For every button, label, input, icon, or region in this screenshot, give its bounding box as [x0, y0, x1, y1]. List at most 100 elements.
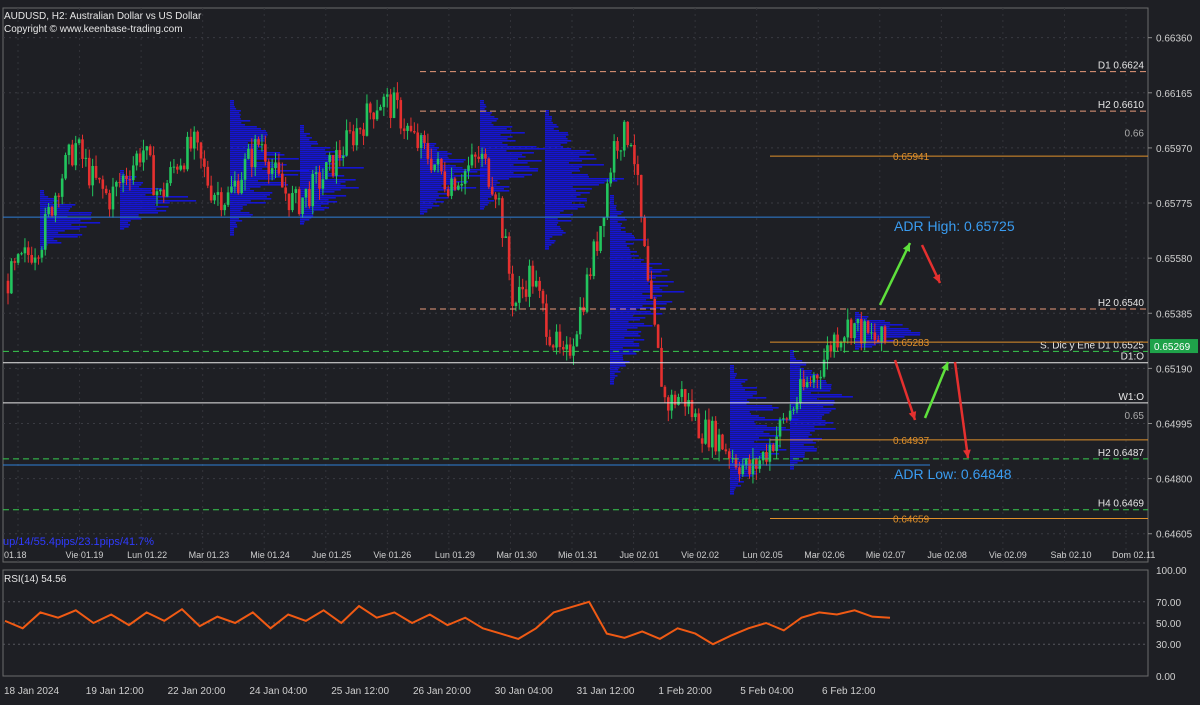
volume-profile-bar [420, 151, 448, 153]
volume-profile-bar [730, 395, 753, 397]
volume-profile-bar [790, 462, 798, 464]
volume-profile-bar [790, 358, 796, 360]
candle-body [846, 319, 850, 338]
volume-profile-bar [300, 149, 326, 151]
volume-profile-bar [480, 132, 525, 134]
volume-profile-bar [480, 142, 503, 144]
candle-body [521, 286, 524, 290]
volume-profile-bar [545, 188, 592, 190]
volume-profile-bar [610, 269, 670, 271]
candle-body [663, 386, 667, 398]
candle-body [643, 216, 646, 247]
volume-profile-bar [480, 146, 537, 148]
price-tick-label: 0.65580 [1156, 254, 1193, 265]
volume-profile-bar [610, 345, 640, 347]
volume-profile-bar [730, 417, 765, 419]
volume-profile-bar [230, 118, 241, 120]
volume-profile-bar [610, 239, 647, 241]
volume-profile-bar [610, 209, 617, 211]
volume-profile-bar [230, 148, 258, 150]
session-axis-label: Jue 01.25 [312, 550, 352, 560]
candle-body [545, 303, 548, 337]
volume-profile-bar [300, 127, 304, 129]
candle-body [81, 139, 84, 159]
candle-body [203, 158, 206, 167]
volume-profile-bar [545, 224, 558, 226]
volume-profile-bar [855, 344, 876, 346]
volume-profile-bar [120, 204, 156, 206]
volume-profile-bar [545, 220, 572, 222]
volume-profile-bar [230, 102, 234, 104]
date-axis-label: 18 Jan 2024 [4, 686, 59, 697]
candle-body [883, 326, 887, 342]
candle-body [311, 174, 315, 207]
candle-body [443, 171, 447, 190]
candle-body [297, 189, 301, 215]
adr-high-label: ADR High: 0.65725 [894, 218, 1015, 234]
volume-profile-bar [610, 297, 657, 299]
volume-profile-bar [120, 174, 125, 176]
volume-profile-bar [480, 198, 488, 200]
volume-profile-bar [300, 129, 304, 131]
volume-profile-bar [790, 432, 810, 434]
volume-profile-bar [545, 196, 577, 198]
volume-profile-bar [610, 267, 653, 269]
candle-body [33, 257, 37, 263]
volume-profile-bar [790, 366, 801, 368]
price-tick-label: 0.65190 [1156, 364, 1193, 375]
candle-body [677, 396, 680, 405]
candle-body [284, 187, 287, 194]
volume-profile-bar [545, 204, 585, 206]
volume-profile-bar [790, 354, 794, 356]
volume-profile-bar [610, 281, 674, 283]
volume-profile-bar [230, 104, 234, 106]
session-axis-label: Mar 01.23 [189, 550, 230, 560]
candle-body [37, 257, 40, 259]
volume-profile-bar [545, 142, 568, 144]
volume-profile-bar [230, 210, 241, 212]
candle-body [802, 379, 806, 387]
candle-body [369, 103, 372, 113]
candle-body [64, 155, 67, 179]
candle-body [385, 94, 389, 97]
volume-profile-bar [300, 215, 314, 217]
volume-profile-bar [730, 399, 748, 401]
volume-profile-bar [40, 198, 54, 200]
level-label: H2 0.6540 [1098, 298, 1145, 309]
candle-body [308, 188, 311, 207]
rsi-tick-label: 100.00 [1156, 566, 1187, 577]
volume-profile-bar [120, 192, 155, 194]
volume-profile-bar [545, 222, 559, 224]
volume-profile-bar [545, 184, 599, 186]
volume-profile-bar [790, 420, 826, 422]
volume-profile-bar [790, 430, 815, 432]
volume-profile-bar [610, 227, 626, 229]
date-axis-label: 31 Jan 12:00 [577, 686, 635, 697]
candle-body [880, 326, 883, 343]
volume-profile-bar [230, 110, 241, 112]
volume-profile-bar [730, 375, 737, 377]
volume-profile-bar [480, 166, 530, 168]
volume-profile-bar [480, 102, 484, 104]
volume-profile-bar [610, 331, 642, 333]
candle-body [335, 150, 338, 176]
volume-profile-bar [610, 381, 614, 383]
volume-profile-bar [610, 343, 640, 345]
volume-profile-bar [480, 186, 510, 188]
volume-profile-bar [420, 173, 455, 175]
volume-profile-bar [480, 208, 484, 210]
candle-body [463, 171, 467, 184]
volume-profile-bar [480, 116, 495, 118]
volume-profile-bar [610, 253, 631, 255]
candle-body [67, 144, 71, 156]
candle-body [270, 168, 274, 174]
candle-body [389, 94, 392, 118]
volume-profile-bar [300, 135, 307, 137]
candle-body [849, 319, 853, 339]
volume-profile-bar [610, 225, 621, 227]
volume-profile-bar [545, 144, 561, 146]
candle-body [87, 157, 91, 186]
volume-profile-bar [730, 423, 756, 425]
candle-body [16, 254, 20, 263]
volume-profile-bar [610, 223, 623, 225]
